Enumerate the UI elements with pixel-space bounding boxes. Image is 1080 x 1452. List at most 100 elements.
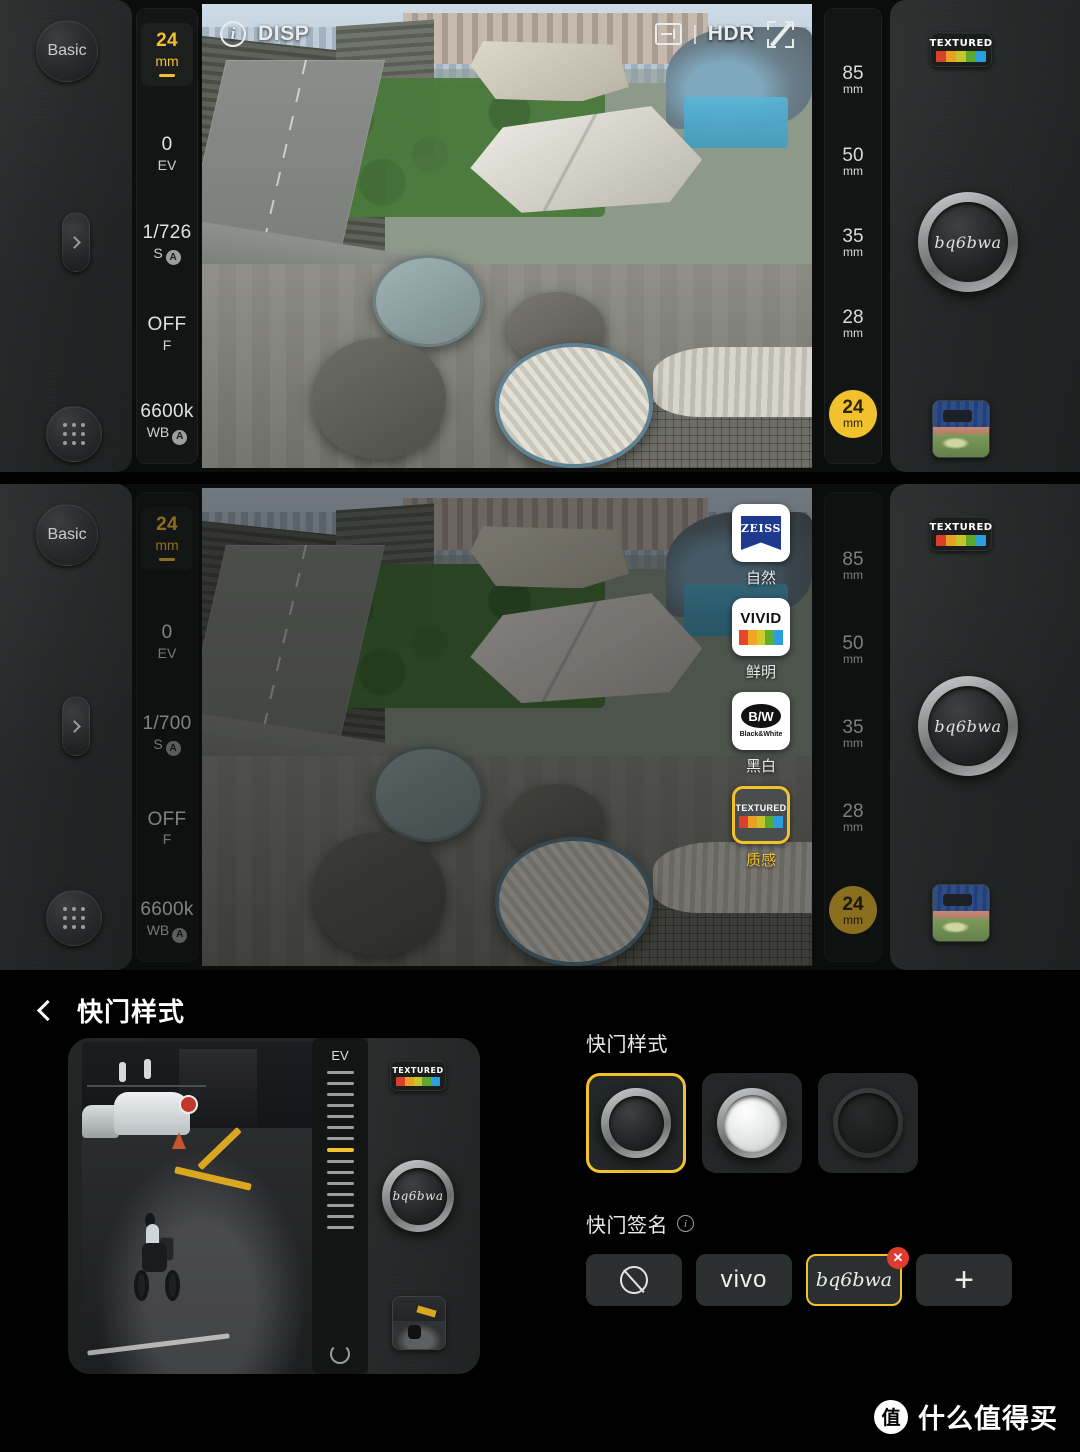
wb-readout-2[interactable]: 6600k WB A <box>140 900 193 943</box>
shutter-style-option-white[interactable] <box>702 1073 802 1173</box>
settings-right-column: 快门样式 快门签名 i vivo bq6bwa ✕ + <box>586 1028 1036 1306</box>
signature-option-none[interactable] <box>586 1254 682 1306</box>
mode-button-label: Basic <box>47 526 87 543</box>
textured-brand-text: TEXTURED <box>735 802 787 813</box>
viewfinder-1[interactable]: i DISP HDR <box>202 4 812 468</box>
focal-step-24-active[interactable]: 24 mm <box>829 389 877 438</box>
stadium-thumb-art <box>933 885 989 941</box>
camera-body-left-2: Basic <box>0 484 132 970</box>
mode-button-basic-2[interactable]: Basic <box>36 504 98 566</box>
focal-step-35[interactable]: 35 mm <box>842 718 863 749</box>
preview-style-badge: TEXTURED <box>390 1060 446 1091</box>
scan-off-icon[interactable] <box>767 20 794 48</box>
shutter-auto-badge: A <box>165 741 181 757</box>
chevron-right-icon <box>68 719 81 733</box>
focal-length-scale-1[interactable]: 85 mm 50 mm 35 mm 28 mm 24 mm <box>824 8 882 464</box>
focal-step-24-active[interactable]: 24 mm <box>829 886 877 935</box>
camera-screenshot-2: Basic 24 mm 0 EV 1/700 S A OFF F 6600k W… <box>0 484 1080 970</box>
bw-brand-text: B/W <box>748 708 774 724</box>
focal-step-50[interactable]: 50 mm <box>842 634 863 665</box>
wb-label: WB <box>146 922 170 939</box>
style-badge-textured-1[interactable]: TEXTURED <box>929 32 992 67</box>
shutter-style-options[interactable] <box>586 1073 1036 1173</box>
site-watermark: 值 什么值得买 <box>874 1397 1058 1436</box>
focal-readout-1[interactable]: 24 mm <box>141 23 193 86</box>
ev-readout-2[interactable]: 0 EV <box>158 622 177 661</box>
focal-dash-icon <box>158 557 175 561</box>
shutter-auto-badge: A <box>165 250 181 266</box>
focal-step-85[interactable]: 85 mm <box>842 64 863 95</box>
chevron-right-icon <box>68 235 81 249</box>
mode-button-basic-1[interactable]: Basic <box>36 20 98 82</box>
aerial-city-photo-1 <box>202 4 812 468</box>
exposure-meter-icon[interactable] <box>654 23 682 45</box>
wb-value: 6600k <box>140 401 194 423</box>
style-option-bw[interactable]: B/W Black&White 黑白 <box>732 692 790 776</box>
hdr-button[interactable]: HDR <box>708 22 755 46</box>
flash-readout-2[interactable]: OFF F <box>148 809 187 848</box>
flash-readout-1[interactable]: OFF F <box>148 315 187 353</box>
style-badge-label: TEXTURED <box>929 522 993 533</box>
delete-signature-badge[interactable]: ✕ <box>887 1247 909 1269</box>
photo-style-picker[interactable]: ZEISS 自然 VIVID 鲜明 B/W Black&White 黑白 TEX… <box>732 504 790 870</box>
ev-readout-1[interactable]: 0 EV <box>158 135 177 173</box>
camera-body-left-1: Basic <box>0 0 132 472</box>
focal-readout-2[interactable]: 24 mm <box>141 507 192 570</box>
focal-step-35[interactable]: 35 mm <box>842 227 863 258</box>
wb-auto-badge: A <box>172 928 188 943</box>
shutter-style-option-dark-ring[interactable] <box>586 1073 686 1173</box>
expand-panel-button-2[interactable] <box>62 696 90 756</box>
style-option-vivid[interactable]: VIVID 鲜明 <box>732 598 790 682</box>
shutter-signature-text: bq6bwa <box>934 232 1002 252</box>
preview-style-colorbars <box>396 1077 440 1086</box>
style-badge-textured-2[interactable]: TEXTURED <box>929 516 993 551</box>
shutter-speed-readout-2[interactable]: 1/700 SA <box>142 713 191 757</box>
disp-button[interactable]: DISP <box>258 22 309 46</box>
focal-step-85[interactable]: 85 mm <box>842 550 863 581</box>
preview-photo <box>82 1042 312 1374</box>
grid-dots-icon <box>63 423 85 445</box>
style-option-natural[interactable]: ZEISS 自然 <box>732 504 790 588</box>
shutter-signature-options[interactable]: vivo bq6bwa ✕ + <box>586 1247 1036 1306</box>
mode-button-label: Basic <box>47 42 87 59</box>
signature-label-custom: bq6bwa <box>815 1269 893 1291</box>
preview-ev-slider[interactable]: EV <box>312 1038 368 1374</box>
preview-gallery-thumb <box>392 1296 446 1350</box>
style-option-textured-selected[interactable]: TEXTURED 质感 <box>732 786 790 870</box>
style-label-textured: 质感 <box>745 852 776 869</box>
grid-menu-button-2[interactable] <box>46 890 102 946</box>
focal-length-scale-2[interactable]: 85 mm 50 mm 35 mm 28 mm 24 mm <box>824 492 882 962</box>
flash-value: OFF <box>147 314 187 335</box>
signature-option-custom-selected[interactable]: bq6bwa ✕ <box>806 1247 909 1306</box>
focal-step-50[interactable]: 50 mm <box>842 146 863 177</box>
wb-label-row: WB A <box>140 923 193 943</box>
focal-step-28[interactable]: 28 mm <box>842 802 863 833</box>
shutter-style-option-flat-dark[interactable] <box>818 1073 918 1173</box>
viewfinder-2[interactable]: ZEISS 自然 VIVID 鲜明 B/W Black&White 黑白 TEX… <box>202 488 812 966</box>
gallery-thumbnail-1[interactable] <box>932 400 990 458</box>
chevron-left-icon[interactable] <box>36 999 59 1022</box>
shutter-speed-readout-1[interactable]: 1/726 SA <box>142 222 191 266</box>
camera-body-right-1: TEXTURED bq6bwa <box>890 0 1080 472</box>
signature-option-vivo[interactable]: vivo <box>696 1254 792 1306</box>
textured-tile: TEXTURED <box>732 786 790 844</box>
expand-panel-button-1[interactable] <box>62 212 90 272</box>
shutter-button-1[interactable]: bq6bwa <box>918 192 1018 292</box>
info-icon[interactable]: i <box>677 1215 694 1232</box>
shutter-button-2[interactable]: bq6bwa <box>918 676 1018 776</box>
focal-step-28[interactable]: 28 mm <box>842 308 863 339</box>
wb-readout-1[interactable]: 6600k WB A <box>140 402 193 445</box>
reset-icon[interactable] <box>330 1344 350 1364</box>
shutter-signature-section-title: 快门签名 <box>586 1215 668 1237</box>
preview-camera-body: TEXTURED bq6bwa <box>368 1038 480 1374</box>
grid-menu-button-1[interactable] <box>46 406 102 462</box>
ev-slider-label: EV <box>331 1048 349 1063</box>
zeiss-logo-icon: ZEISS <box>741 516 781 550</box>
style-badge-colorbars <box>936 51 986 62</box>
gallery-thumbnail-2[interactable] <box>932 884 990 942</box>
shutter-style-section-title: 快门样式 <box>586 1034 668 1056</box>
bw-brand-subtext: Black&White <box>739 731 783 738</box>
info-icon[interactable]: i <box>220 21 246 47</box>
style-label-bw: 黑白 <box>745 758 776 775</box>
signature-option-add[interactable]: + <box>916 1254 1012 1306</box>
